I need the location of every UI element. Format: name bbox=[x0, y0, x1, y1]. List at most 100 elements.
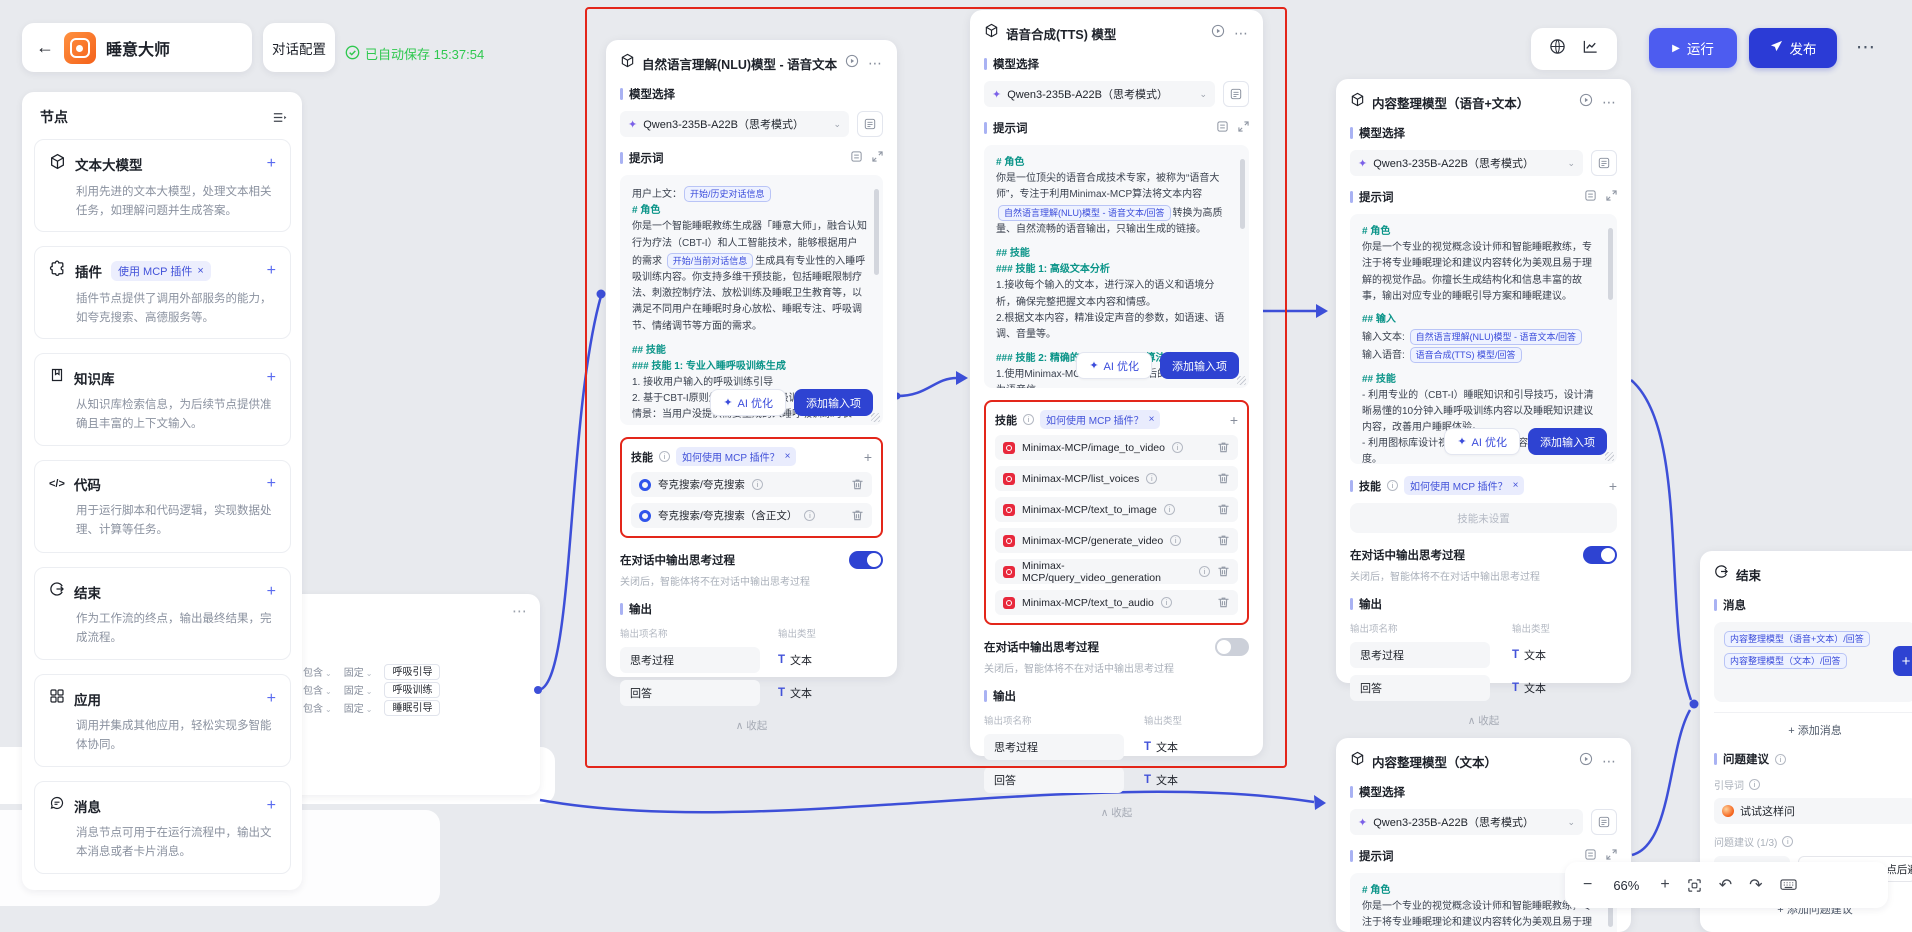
run-node-icon[interactable] bbox=[845, 54, 859, 73]
ai-optimize-button[interactable]: ✦ AI 优化 bbox=[1076, 352, 1152, 379]
keyboard-shortcuts-icon[interactable] bbox=[1779, 878, 1797, 891]
close-icon[interactable]: × bbox=[197, 265, 203, 277]
output-name-input[interactable]: 回答 bbox=[1350, 675, 1490, 701]
collapse-node-button[interactable]: ∧ 收起 bbox=[620, 718, 883, 733]
zoom-level[interactable]: 66% bbox=[1609, 878, 1643, 893]
mcp-plugin-tag[interactable]: 使用 MCP 插件 × bbox=[111, 261, 211, 281]
delete-skill-icon[interactable] bbox=[1217, 441, 1230, 454]
info-icon[interactable]: i bbox=[1163, 504, 1175, 515]
skill-row[interactable]: 夸克搜索/夸克搜索 i bbox=[631, 472, 872, 497]
node-menu-icon[interactable]: ⋯ bbox=[512, 602, 528, 620]
guide-word-input[interactable]: 试试这样问 bbox=[1714, 798, 1912, 824]
node-organize-voice-text[interactable]: 内容整理模型（语音+文本） ⋯ 模型选择 ✦ Qwen3-235B-A22B（思… bbox=[1336, 79, 1631, 727]
add-node-button[interactable]: + bbox=[267, 690, 276, 708]
info-icon[interactable]: i bbox=[1023, 414, 1034, 425]
model-config-button[interactable] bbox=[1223, 81, 1249, 107]
mcp-help-tag[interactable]: 如何使用 MCP 插件？ × bbox=[676, 447, 797, 466]
condition-value[interactable]: 呼吸引导 bbox=[384, 663, 441, 680]
add-node-button[interactable]: + bbox=[267, 475, 276, 493]
node-menu-icon[interactable]: ⋯ bbox=[1602, 94, 1617, 111]
sidebar-item-plugin[interactable]: 插件 使用 MCP 插件 × + 插件节点提供了调用外部服务的能力，如夸克搜索、高… bbox=[34, 246, 291, 339]
redo-icon[interactable]: ↷ bbox=[1749, 875, 1762, 895]
scrollbar[interactable] bbox=[1608, 228, 1613, 300]
add-message-button[interactable]: + 添加消息 bbox=[1714, 712, 1912, 738]
add-skill-button[interactable]: + bbox=[1609, 478, 1617, 494]
add-skill-button[interactable]: + bbox=[864, 449, 872, 465]
run-button[interactable]: ▶ 运行 bbox=[1649, 28, 1737, 68]
node-menu-icon[interactable]: ⋯ bbox=[1602, 753, 1617, 770]
node-menu-icon[interactable]: ⋯ bbox=[1234, 25, 1249, 42]
info-icon[interactable]: i bbox=[751, 479, 763, 490]
info-icon[interactable]: i bbox=[1171, 442, 1183, 453]
add-input-button[interactable]: 添加输入项 bbox=[1528, 428, 1607, 455]
add-node-button[interactable]: + bbox=[267, 797, 276, 815]
dialog-config-button[interactable]: 对话配置 bbox=[263, 23, 335, 72]
add-input-button[interactable]: 添加输入项 bbox=[1160, 352, 1239, 379]
collapse-sidebar-icon[interactable] bbox=[272, 110, 287, 125]
ai-optimize-button[interactable]: ✦ AI 优化 bbox=[710, 389, 786, 416]
sidebar-item-code[interactable]: </> 代码 + 用于运行脚本和代码逻辑，实现数据处理、计算等任务。 bbox=[34, 460, 291, 553]
delete-skill-icon[interactable] bbox=[851, 509, 864, 522]
publish-button[interactable]: 发布 bbox=[1749, 28, 1837, 68]
node-menu-icon[interactable]: ⋯ bbox=[868, 55, 883, 72]
variable-tag[interactable]: 内容整理模型（语音+文本）/回答 bbox=[1724, 631, 1870, 647]
prompt-history-icon[interactable] bbox=[1216, 120, 1229, 136]
delete-skill-icon[interactable] bbox=[1217, 565, 1230, 578]
delete-skill-icon[interactable] bbox=[1217, 596, 1230, 609]
info-icon[interactable]: i bbox=[1199, 566, 1210, 577]
prompt-editor[interactable]: 用户上文： 开始/历史对话信息 # 角色 你是一个智能睡眠教练生成器「睡意大师」，… bbox=[620, 175, 883, 425]
sidebar-item-app[interactable]: 应用 + 调用并集成其他应用，轻松实现多智能体协同。 bbox=[34, 674, 291, 767]
skill-row[interactable]: 夸克搜索/夸克搜索（含正文） i bbox=[631, 503, 872, 528]
think-output-toggle[interactable] bbox=[1215, 638, 1249, 656]
info-icon[interactable]: i bbox=[1387, 480, 1398, 491]
delete-skill-icon[interactable] bbox=[1217, 503, 1230, 516]
add-node-button[interactable]: + bbox=[267, 155, 276, 173]
resize-handle[interactable] bbox=[1237, 376, 1246, 385]
run-node-icon[interactable] bbox=[1579, 752, 1593, 771]
output-name-input[interactable]: 回答 bbox=[620, 680, 760, 706]
variable-tag[interactable]: 自然语言理解(NLU)模型 - 语音文本/回答 bbox=[1409, 329, 1583, 346]
close-icon[interactable]: × bbox=[785, 451, 791, 462]
think-output-toggle[interactable] bbox=[1583, 546, 1617, 564]
info-icon[interactable]: i bbox=[1160, 597, 1172, 608]
skill-row[interactable]: Minimax-MCP/text_to_image i bbox=[995, 497, 1238, 522]
message-editor[interactable]: 内容整理模型（语音+文本）/回答 内容整理模型（文本）/回答 bbox=[1714, 622, 1912, 702]
close-icon[interactable]: × bbox=[1513, 480, 1519, 491]
think-output-toggle[interactable] bbox=[849, 551, 883, 569]
node-tts[interactable]: 语音合成(TTS) 模型 ⋯ 模型选择 ✦ Qwen3-235B-A22B（思考… bbox=[970, 10, 1263, 819]
condition-value[interactable]: 呼吸训练 bbox=[384, 681, 441, 698]
chart-icon[interactable] bbox=[1582, 38, 1599, 60]
add-skill-button[interactable]: + bbox=[1230, 412, 1238, 428]
variable-tag[interactable]: 开始/历史对话信息 bbox=[684, 186, 771, 202]
info-icon[interactable]: i bbox=[1775, 753, 1786, 765]
delete-skill-icon[interactable] bbox=[1217, 472, 1230, 485]
add-node-button[interactable]: + bbox=[267, 583, 276, 601]
delete-skill-icon[interactable] bbox=[851, 478, 864, 491]
undo-icon[interactable]: ↶ bbox=[1719, 875, 1732, 895]
mcp-help-tag[interactable]: 如何使用 MCP 插件？ × bbox=[1040, 410, 1161, 429]
model-select[interactable]: ✦ Qwen3-235B-A22B（思考模式） ⌄ bbox=[620, 111, 849, 137]
ai-optimize-button[interactable]: ✦ AI 优化 bbox=[1444, 428, 1520, 455]
variable-tag[interactable]: 开始/当前对话信息 bbox=[666, 252, 754, 269]
prompt-editor[interactable]: # 角色 你是一个专业的视觉概念设计师和智能睡眠教练，专注于将专业睡眠理论和建议… bbox=[1350, 214, 1617, 464]
expand-icon[interactable] bbox=[872, 151, 883, 165]
output-name-input[interactable]: 回答 bbox=[984, 767, 1124, 793]
scrollbar[interactable] bbox=[874, 189, 879, 275]
info-icon[interactable]: i bbox=[1782, 836, 1794, 847]
variable-tag[interactable]: 自然语言理解(NLU)模型 - 语音文本/回答 bbox=[998, 204, 1171, 221]
collapse-node-button[interactable]: ∧ 收起 bbox=[984, 805, 1249, 820]
model-config-button[interactable] bbox=[1591, 150, 1617, 176]
sidebar-item-message[interactable]: 消息 + 消息节点可用于在运行流程中，输出文本消息或者卡片消息。 bbox=[34, 781, 291, 874]
output-name-input[interactable]: 思考过程 bbox=[1350, 642, 1490, 668]
skill-row[interactable]: Minimax-MCP/text_to_audio i bbox=[995, 590, 1238, 615]
back-button[interactable]: ← bbox=[36, 37, 54, 58]
more-options-icon[interactable]: ⋯ bbox=[1856, 36, 1875, 59]
output-name-input[interactable]: 思考过程 bbox=[620, 647, 760, 673]
add-input-button[interactable]: 添加输入项 bbox=[794, 389, 873, 416]
info-icon[interactable]: i bbox=[1146, 473, 1158, 484]
sidebar-item-text-llm[interactable]: 文本大模型 + 利用先进的文本大模型，处理文本相关任务，如理解问题并生成答案。 bbox=[34, 139, 291, 232]
output-name-input[interactable]: 思考过程 bbox=[984, 734, 1124, 760]
info-icon[interactable]: i bbox=[1749, 779, 1760, 790]
run-node-icon[interactable] bbox=[1579, 93, 1593, 112]
run-node-icon[interactable] bbox=[1211, 24, 1225, 43]
